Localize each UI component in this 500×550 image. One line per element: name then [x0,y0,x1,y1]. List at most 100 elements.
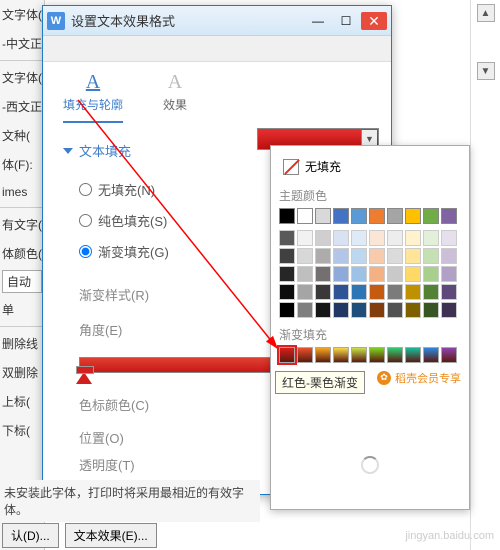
scroll-up-button[interactable]: ▲ [477,4,495,22]
color-swatch[interactable] [405,266,421,282]
color-swatch[interactable] [279,266,295,282]
titlebar: W 设置文本效果格式 — ☐ ✕ [43,6,391,36]
color-swatch[interactable] [297,208,313,224]
color-swatch[interactable] [405,208,421,224]
color-swatch[interactable] [315,230,331,246]
text-effects-button[interactable]: 文本效果(E)... [65,523,157,548]
color-swatch[interactable] [351,266,367,282]
gradient-swatch[interactable] [369,347,385,363]
default-button[interactable]: 认(D)... [2,523,59,548]
color-swatch[interactable] [351,302,367,318]
color-swatch[interactable] [423,230,439,246]
field-label: 角度(E) [79,323,122,338]
color-swatch[interactable] [315,266,331,282]
color-swatch[interactable] [315,208,331,224]
color-swatch[interactable] [369,284,385,300]
color-swatch[interactable] [423,302,439,318]
bg-auto-button[interactable]: 自动 [2,270,42,293]
maximize-button[interactable]: ☐ [333,12,359,30]
color-swatch[interactable] [369,266,385,282]
no-fill-icon [283,159,299,175]
gradient-swatch[interactable] [441,347,457,363]
app-logo-icon: W [47,12,65,30]
bg-label: 文字体( [0,63,44,92]
color-swatch[interactable] [423,284,439,300]
loading-spinner-icon [361,456,379,474]
no-fill-option[interactable]: 无填充 [279,154,461,179]
tab-effects[interactable]: A 效果 [163,72,187,123]
color-swatch[interactable] [441,230,457,246]
text-fill-icon: A [63,72,123,92]
color-swatch[interactable] [297,248,313,264]
bg-label: -中文正 [0,29,44,58]
color-swatch[interactable] [441,266,457,282]
color-swatch[interactable] [351,208,367,224]
color-swatch[interactable] [297,266,313,282]
gradient-swatch[interactable] [405,347,421,363]
gradient-swatch[interactable] [351,347,367,363]
tab-fill-outline[interactable]: A 填充与轮廓 [63,72,123,123]
bg-label: imes [0,179,44,205]
gradient-swatch[interactable] [423,347,439,363]
color-swatch[interactable] [369,230,385,246]
color-swatch[interactable] [369,208,385,224]
gradient-swatch[interactable] [387,347,403,363]
color-swatch[interactable] [351,230,367,246]
gradient-swatch[interactable] [297,347,313,363]
color-swatch[interactable] [441,302,457,318]
color-swatch[interactable] [315,302,331,318]
color-swatch[interactable] [405,230,421,246]
color-swatch[interactable] [405,284,421,300]
color-swatch[interactable] [279,208,295,224]
color-swatch[interactable] [333,248,349,264]
color-swatch[interactable] [441,284,457,300]
color-swatch[interactable] [315,284,331,300]
color-swatch[interactable] [423,208,439,224]
color-swatch[interactable] [279,302,295,318]
color-swatch[interactable] [297,302,313,318]
color-swatch[interactable] [405,302,421,318]
close-button[interactable]: ✕ [361,12,387,30]
color-swatch[interactable] [351,284,367,300]
gradient-row [279,347,461,363]
color-swatch[interactable] [333,230,349,246]
color-swatch[interactable] [297,230,313,246]
gradient-swatch[interactable] [315,347,331,363]
gradient-fill-label: 渐变填充 [279,326,461,343]
color-swatch[interactable] [423,248,439,264]
theme-shade-row [279,230,461,246]
color-swatch[interactable] [333,266,349,282]
color-swatch[interactable] [441,248,457,264]
gradient-swatch[interactable] [333,347,349,363]
color-swatch[interactable] [387,230,403,246]
color-swatch[interactable] [387,302,403,318]
color-swatch[interactable] [369,248,385,264]
color-swatch[interactable] [369,302,385,318]
theme-shade-row [279,248,461,264]
no-fill-label: 无填充 [305,158,341,175]
bg-label: 文字体( [0,0,44,29]
gradient-stop-handle[interactable] [76,372,92,384]
bg-label: 上标( [0,387,44,416]
color-swatch[interactable] [333,208,349,224]
color-swatch[interactable] [333,284,349,300]
color-swatch[interactable] [441,208,457,224]
field-label: 位置(O) [79,428,124,447]
right-scroll-strip: ▲ ▼ [470,0,500,550]
color-swatch[interactable] [387,248,403,264]
scroll-down-button[interactable]: ▼ [477,62,495,80]
color-swatch[interactable] [315,248,331,264]
color-swatch[interactable] [351,248,367,264]
gradient-swatch[interactable] [279,347,295,363]
color-swatch[interactable] [423,266,439,282]
color-swatch[interactable] [387,208,403,224]
color-swatch[interactable] [297,284,313,300]
minimize-button[interactable]: — [305,12,331,30]
color-swatch[interactable] [333,302,349,318]
color-swatch[interactable] [387,266,403,282]
color-swatch[interactable] [405,248,421,264]
color-swatch[interactable] [279,230,295,246]
color-swatch[interactable] [279,284,295,300]
color-swatch[interactable] [279,248,295,264]
color-swatch[interactable] [387,284,403,300]
